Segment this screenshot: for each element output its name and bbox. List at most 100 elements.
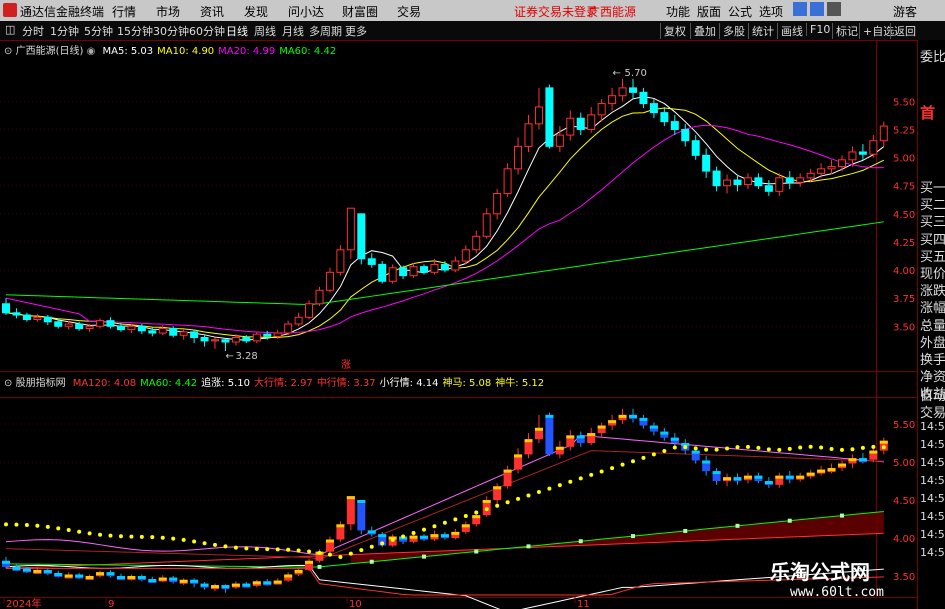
- ind-candle-cap: [493, 486, 502, 490]
- ind-candle-cap: [2, 560, 10, 564]
- candle-body: [639, 91, 648, 105]
- shenma-dot: [495, 503, 500, 508]
- shenma-dot: [286, 547, 291, 552]
- candle-body: [838, 159, 846, 168]
- chart-canvas[interactable]: 5.50 5.25 5.00 4.75 4.50 4.25 4.00 3.75 3.50 ← 5.7…: [0, 0, 917, 609]
- shenma-dot: [620, 462, 625, 467]
- ind-candle-cap: [639, 417, 648, 421]
- shenma-dot: [4, 522, 8, 527]
- ind-candle-cap: [858, 458, 867, 462]
- ind-candle-cap: [33, 569, 42, 573]
- shenma-dot: [338, 555, 343, 559]
- mid-trend-line: [5, 450, 884, 560]
- ma-label: MA10: 4.90: [157, 46, 215, 57]
- shenma-dot: [808, 444, 813, 449]
- candle-body: [451, 260, 460, 271]
- candle-body: [169, 328, 178, 336]
- candle-body: [629, 87, 637, 93]
- settings-icon[interactable]: ⊙: [4, 46, 12, 57]
- candle-body: [660, 112, 669, 123]
- shenma-dot: [453, 517, 458, 522]
- ind-candle-cap: [75, 574, 84, 578]
- candle-body: [2, 303, 10, 314]
- main-chart-title: 广西能源(日线): [15, 46, 84, 57]
- candle-body: [420, 266, 428, 273]
- ma60-marker: [526, 544, 531, 549]
- sidebar-item: 涨跌: [920, 284, 945, 300]
- ind-candle-cap: [127, 576, 136, 579]
- y-tick-label: 4.25: [893, 238, 915, 249]
- candle-body: [566, 117, 575, 136]
- ind-candle-cap: [597, 425, 606, 429]
- ind-candle-cap: [524, 439, 533, 443]
- shenma-dot: [171, 536, 176, 541]
- candle-body: [482, 213, 491, 237]
- shenma-dot: [348, 551, 353, 556]
- shenma-dot: [662, 448, 667, 453]
- shenma-dot: [871, 444, 876, 449]
- ind-candle-cap: [482, 500, 491, 503]
- ind-candle-cap: [806, 472, 815, 476]
- candle-body: [294, 316, 303, 325]
- shenma-dot: [474, 510, 479, 515]
- low-marker: ←: [225, 351, 233, 362]
- candle-body: [409, 266, 418, 277]
- ind-candle-cap: [64, 574, 73, 578]
- ma-settings-icon[interactable]: ◉: [87, 46, 96, 57]
- ind-candle-cap: [242, 583, 251, 587]
- shenma-dot: [202, 541, 207, 546]
- candle-body: [848, 151, 857, 161]
- candle-body: [200, 337, 209, 342]
- ind-candle-cap: [231, 583, 240, 587]
- candle-body: [597, 103, 606, 116]
- shenma-dot: [516, 496, 521, 501]
- shenma-dot: [129, 534, 134, 539]
- candle-body: [785, 177, 794, 183]
- indicator-label: 中行情: 3.37: [316, 378, 376, 389]
- y-tick-label: 4.00: [893, 266, 915, 277]
- trade-time: 14:56: [920, 438, 945, 451]
- candle-body: [315, 289, 324, 305]
- x-tick-label: 10: [349, 599, 362, 609]
- shenma-dot: [380, 541, 385, 546]
- shenma-dot: [725, 446, 730, 451]
- ind-candle-cap: [22, 568, 31, 572]
- shenma-dot: [87, 531, 92, 536]
- y-tick-label: 5.50: [893, 97, 915, 108]
- y-tick-label: 4.75: [893, 182, 915, 193]
- ind-candle-cap: [158, 577, 167, 581]
- indicator-label: MA60: 4.42: [140, 378, 198, 389]
- ma60-marker: [840, 513, 844, 518]
- ind-candle-cap: [608, 420, 617, 424]
- ma-label: MA20: 4.99: [218, 46, 276, 57]
- indicator-title-row: ⊙ 股朋指标网 MA120: 4.08 MA60: 4.42 追涨: 5.10 大行情…: [4, 374, 544, 389]
- candle-body: [524, 123, 533, 147]
- candle-body: [858, 151, 867, 155]
- y-tick-label: 5.25: [893, 125, 915, 136]
- low-label: 3.28: [235, 351, 257, 362]
- shenma-dot: [160, 535, 165, 540]
- ind-candle-cap: [817, 469, 826, 473]
- sidebar-trade[interactable]: 交易: [920, 402, 945, 421]
- candle-body: [367, 258, 376, 265]
- ind-candle-cap: [796, 475, 805, 479]
- ma-label: MA60: 4.42: [279, 46, 337, 57]
- sidebar-item: 现价: [920, 267, 945, 282]
- ind-candle-cap: [284, 574, 293, 578]
- shenma-dot: [568, 479, 573, 484]
- y-tick-label: 3.50: [893, 572, 915, 583]
- shenma-dot: [296, 548, 301, 553]
- candle-body: [691, 140, 700, 156]
- ind-candle-cap: [545, 414, 554, 418]
- ind-candle-cap: [54, 572, 63, 576]
- ma20-line: [5, 124, 884, 334]
- ind-candle-cap: [294, 569, 303, 573]
- shenma-dot: [735, 445, 740, 450]
- shenma-dot: [77, 529, 82, 534]
- shenma-dot: [787, 446, 792, 451]
- shenma-dot: [860, 445, 865, 450]
- settings-icon[interactable]: ⊙: [4, 378, 12, 389]
- ind-candle-cap: [691, 450, 700, 454]
- candle-body: [263, 333, 272, 337]
- shenma-dot: [275, 547, 280, 552]
